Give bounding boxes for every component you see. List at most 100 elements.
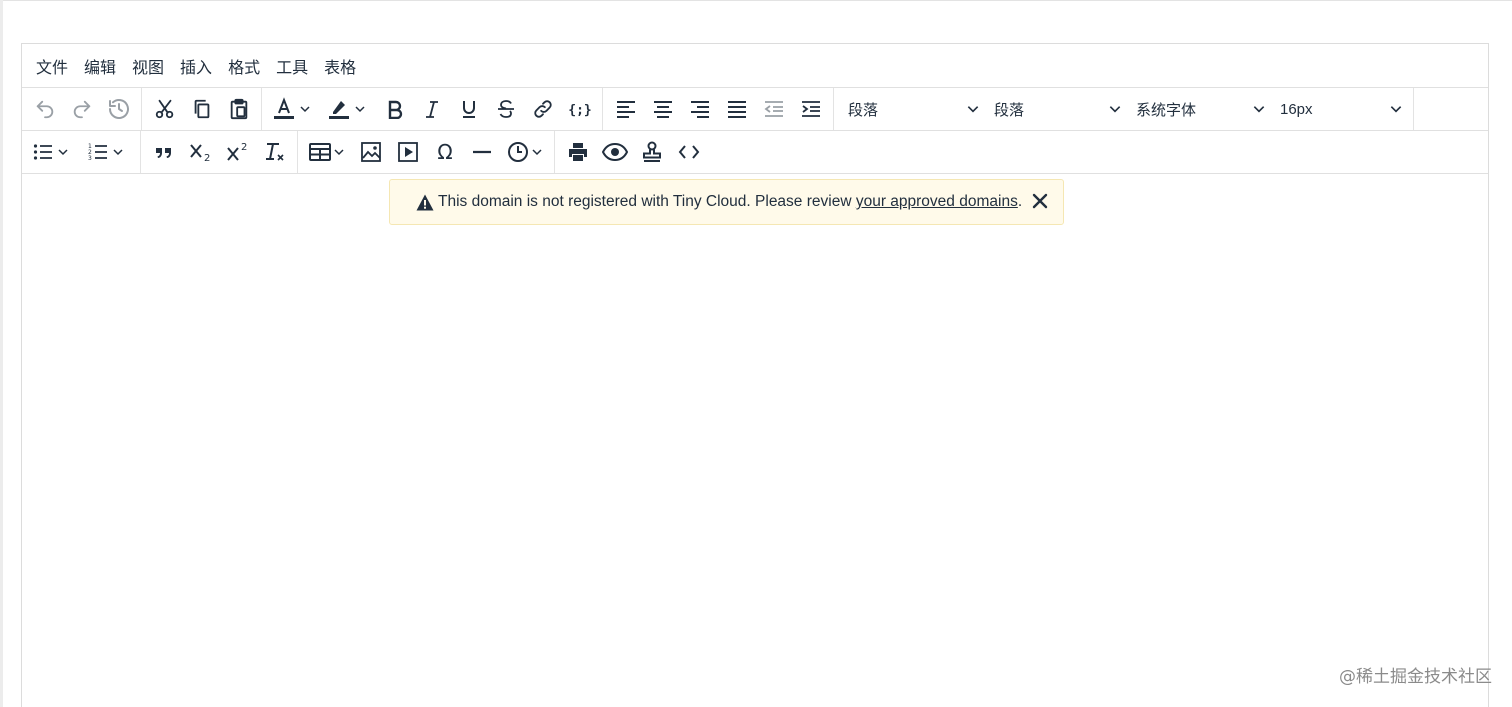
align-right-icon: [690, 101, 709, 118]
media-button[interactable]: [389, 135, 426, 169]
align-left-icon: [616, 101, 635, 118]
font-size-select-label: 16px: [1280, 100, 1313, 118]
font-size-select[interactable]: 16px: [1272, 92, 1409, 126]
remove-format-icon: [265, 143, 284, 161]
redo-button[interactable]: [63, 92, 100, 126]
lists-group: 123: [22, 131, 141, 173]
align-justify-button[interactable]: [718, 92, 755, 126]
top-divider: [0, 0, 1512, 1]
menu-tools[interactable]: 工具: [269, 50, 315, 82]
copy-button[interactable]: [183, 92, 220, 126]
remove-format-button[interactable]: [256, 135, 293, 169]
align-center-icon: [653, 101, 672, 118]
tinymce-editor: 文件 编辑 视图 插入 格式 工具 表格 {;} 段落 段落 系统字体 16px…: [21, 43, 1489, 707]
paste-button[interactable]: [220, 92, 257, 126]
menubar: 文件 编辑 视图 插入 格式 工具 表格: [22, 44, 1488, 88]
outdent-button[interactable]: [755, 92, 792, 126]
misc-group: [555, 131, 711, 173]
redo-icon: [73, 100, 90, 119]
align-justify-icon: [727, 101, 746, 118]
bold-button[interactable]: [376, 92, 413, 126]
chevron-down-icon: [1109, 106, 1121, 113]
underline-button[interactable]: [450, 92, 487, 126]
selects-group: 段落 段落 系统字体 16px: [834, 88, 1414, 130]
chevron-down-icon: [113, 149, 123, 156]
blockquote-icon: [155, 148, 171, 158]
chevron-down-icon: [300, 106, 310, 113]
strikethrough-button[interactable]: [487, 92, 524, 126]
left-edge: [0, 0, 3, 707]
superscript-icon: 2: [226, 142, 247, 161]
superscript-button[interactable]: 2: [219, 135, 256, 169]
clock-icon: [508, 142, 528, 162]
highlight-color-button[interactable]: [321, 92, 376, 126]
svg-text:{;}: {;}: [569, 103, 591, 118]
close-notification-button[interactable]: [1031, 192, 1049, 215]
image-button[interactable]: [352, 135, 389, 169]
media-icon: [397, 142, 418, 162]
print-button[interactable]: [559, 135, 596, 169]
restore-draft-button[interactable]: [100, 92, 137, 126]
align-left-button[interactable]: [607, 92, 644, 126]
bullet-list-button[interactable]: [26, 135, 81, 169]
code-sample-button[interactable]: {;}: [561, 92, 598, 126]
copy-icon: [194, 99, 209, 119]
menu-edit[interactable]: 编辑: [77, 50, 123, 82]
cut-button[interactable]: [146, 92, 183, 126]
preview-button[interactable]: [596, 135, 633, 169]
text-color-icon: [274, 97, 294, 119]
underline-icon: [462, 101, 475, 118]
link-icon: [533, 100, 552, 118]
menu-table[interactable]: 表格: [317, 50, 363, 82]
horizontal-rule-button[interactable]: [463, 135, 500, 169]
notification-text: This domain is not registered with Tiny …: [438, 193, 856, 210]
chevron-down-icon: [355, 106, 365, 113]
menu-view[interactable]: 视图: [125, 50, 171, 82]
domain-warning-notification: This domain is not registered with Tiny …: [389, 179, 1064, 225]
italic-button[interactable]: [413, 92, 450, 126]
line-format-select-label: 段落: [994, 100, 1025, 119]
font-family-select[interactable]: 系统字体: [1128, 92, 1272, 126]
template-button[interactable]: [633, 135, 670, 169]
strikethrough-icon: [497, 100, 514, 118]
svg-text:2: 2: [204, 153, 210, 163]
paste-icon: [230, 98, 247, 120]
source-code-icon: [678, 145, 699, 159]
menu-insert[interactable]: 插入: [173, 50, 219, 82]
undo-button[interactable]: [26, 92, 63, 126]
text-color-button[interactable]: [266, 92, 321, 126]
align-right-button[interactable]: [681, 92, 718, 126]
chevron-down-icon: [1390, 106, 1402, 113]
notification-message: This domain is not registered with Tiny …: [438, 193, 1022, 211]
approved-domains-link[interactable]: your approved domains: [856, 193, 1018, 210]
bold-icon: [388, 100, 402, 119]
watermark: @稀土掘金技术社区: [1339, 667, 1492, 687]
code-sample-icon: {;}: [569, 103, 591, 118]
menu-file[interactable]: 文件: [29, 50, 75, 82]
toolbar-row-2: 123 2 2 Ω: [22, 131, 1488, 174]
indent-button[interactable]: [792, 92, 829, 126]
blockquote-button[interactable]: [145, 135, 182, 169]
special-char-button[interactable]: Ω: [426, 135, 463, 169]
insert-datetime-button[interactable]: [500, 135, 550, 169]
script-group: 2 2: [141, 131, 298, 173]
chevron-down-icon: [1253, 106, 1265, 113]
subscript-button[interactable]: 2: [182, 135, 219, 169]
editor-content-area[interactable]: [22, 174, 1488, 707]
numbered-list-button[interactable]: 123: [81, 135, 136, 169]
menu-format[interactable]: 格式: [221, 50, 267, 82]
numbered-list-icon: 123: [88, 143, 107, 162]
table-button[interactable]: [302, 135, 352, 169]
chevron-down-icon: [532, 149, 542, 156]
link-button[interactable]: [524, 92, 561, 126]
highlight-color-icon: [329, 101, 349, 119]
font-family-select-label: 系统字体: [1136, 100, 1197, 119]
chevron-down-icon: [58, 149, 68, 156]
stamp-icon: [642, 141, 661, 162]
blocks-select[interactable]: 段落: [840, 92, 986, 126]
line-format-select[interactable]: 段落: [986, 92, 1128, 126]
align-center-button[interactable]: [644, 92, 681, 126]
source-code-button[interactable]: [670, 135, 707, 169]
close-icon: [1032, 193, 1048, 209]
indent-icon: [801, 101, 820, 117]
